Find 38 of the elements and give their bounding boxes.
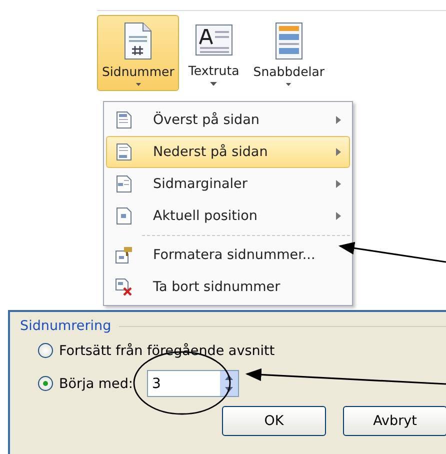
menu-item[interactable]: Överst på sidan [106, 104, 350, 136]
menu-item-label: Formatera sidnummer... [153, 247, 316, 263]
menu-item[interactable]: Formatera sidnummer... [106, 239, 350, 271]
text-box-icon [194, 24, 233, 58]
quick-parts-icon [274, 22, 303, 60]
menu-item[interactable]: Ta bort sidnummer [106, 271, 350, 303]
page-brush-icon [115, 246, 133, 264]
page-bottom-icon [116, 143, 132, 161]
radio-label: Fortsätt från föregående avsnitt [59, 342, 275, 358]
menu-item-label: Sidmarginaler [153, 176, 248, 192]
caret-icon [210, 82, 218, 86]
menu-item[interactable]: Sidmarginaler [106, 168, 350, 200]
caret-icon [134, 83, 142, 86]
radio-label: Börja med: [59, 376, 133, 392]
caret-icon [285, 83, 292, 86]
menu-item[interactable]: Aktuell position [106, 200, 350, 232]
dialog-button[interactable]: Avbryt [343, 406, 446, 436]
menu-item-label: Aktuell position [153, 208, 258, 224]
dialog-button[interactable]: OK [222, 406, 326, 436]
ribbon-button[interactable]: Snabbdelar [248, 15, 330, 91]
ribbon-button[interactable]: Textruta [183, 15, 244, 91]
radio-button[interactable] [38, 343, 53, 358]
menu-item[interactable]: Nederst på sidan [106, 136, 350, 168]
number-field[interactable]: 3 [148, 371, 220, 396]
menu-item-label: Överst på sidan [153, 112, 260, 128]
ribbon-button[interactable]: Sidnummer [97, 15, 180, 91]
spin-up-icon[interactable] [224, 374, 233, 380]
page-current-icon [116, 207, 132, 225]
number-spinner[interactable]: 3 [146, 370, 239, 397]
page-margin-icon [116, 175, 132, 193]
spin-down-icon[interactable] [224, 387, 233, 392]
menu-item-label: Ta bort sidnummer [153, 279, 282, 295]
radio-button[interactable] [38, 376, 53, 391]
page-delete-icon [115, 278, 133, 296]
page-number-icon [123, 22, 154, 60]
menu-item-label: Nederst på sidan [153, 144, 269, 160]
group-title: Sidnumrering [20, 318, 112, 334]
page-top-icon [116, 111, 132, 129]
